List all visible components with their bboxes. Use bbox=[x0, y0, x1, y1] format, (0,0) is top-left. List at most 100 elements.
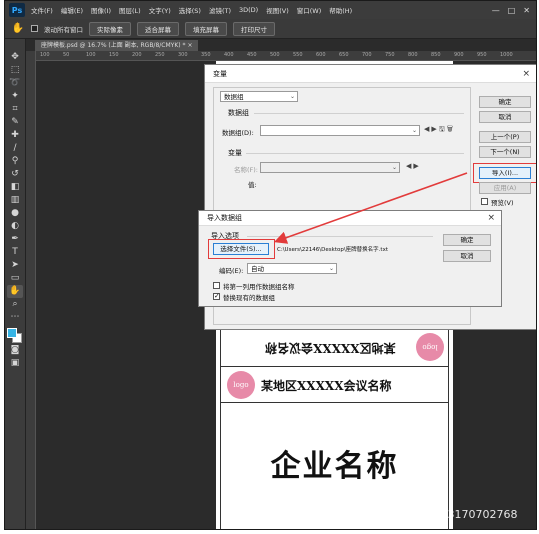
delete-dataset-icon[interactable]: 🗑 bbox=[447, 125, 455, 133]
blur-tool-icon[interactable]: ● bbox=[7, 207, 23, 220]
screen-mode-icon[interactable]: ▣ bbox=[7, 357, 23, 370]
name-label: 名称(F): bbox=[234, 166, 259, 174]
menu-file[interactable]: 文件(F) bbox=[31, 5, 53, 15]
menu-image[interactable]: 图像(I) bbox=[91, 5, 111, 15]
close-icon[interactable]: × bbox=[487, 213, 495, 223]
gradient-tool-icon[interactable]: ▥ bbox=[7, 194, 23, 207]
eraser-tool-icon[interactable]: ◧ bbox=[7, 181, 23, 194]
close-window-button[interactable]: ✕ bbox=[523, 6, 530, 15]
ruler-tick-label: 300 bbox=[178, 52, 188, 58]
mode-select[interactable]: 数据组 ⌄ bbox=[220, 91, 298, 102]
color-swatches[interactable] bbox=[7, 328, 23, 344]
eyedropper-tool-icon[interactable]: ✎ bbox=[7, 116, 23, 129]
hand-icon[interactable]: ✋ bbox=[11, 23, 25, 34]
chevron-down-icon: ⌄ bbox=[289, 93, 295, 100]
hand-tool-icon[interactable]: ✋ bbox=[7, 285, 23, 298]
divider bbox=[247, 236, 433, 237]
healing-tool-icon[interactable]: ✚ bbox=[7, 129, 23, 142]
cancel-button[interactable]: 取消 bbox=[479, 111, 531, 123]
magic-wand-tool-icon[interactable]: ✦ bbox=[7, 90, 23, 103]
pen-tool-icon[interactable]: ✒ bbox=[7, 233, 23, 246]
ruler-tick-label: 800 bbox=[408, 52, 418, 58]
fill-screen-button[interactable]: 填充屏幕 bbox=[185, 21, 227, 36]
first-column-checkbox[interactable] bbox=[213, 282, 220, 289]
dataset-group-label: 数据组 bbox=[228, 109, 249, 117]
foreground-color-swatch[interactable] bbox=[7, 328, 17, 338]
import-ok-button[interactable]: 确定 bbox=[443, 234, 491, 246]
menu-layer[interactable]: 图层(L) bbox=[119, 5, 141, 15]
prev-button[interactable]: 上一个(P) bbox=[479, 131, 531, 143]
encoding-select-value: 自动 bbox=[251, 265, 264, 273]
next-dataset-icon[interactable]: ▶ bbox=[431, 125, 438, 133]
dataset-label: 数据组(D): bbox=[222, 129, 254, 137]
preview-checkbox[interactable] bbox=[481, 198, 488, 205]
menu-type[interactable]: 文字(Y) bbox=[149, 5, 171, 15]
replace-existing-checkbox[interactable] bbox=[213, 292, 220, 300]
vertical-ruler bbox=[26, 51, 36, 529]
move-tool-icon[interactable]: ✥ bbox=[7, 51, 23, 64]
logo-circle: logo bbox=[227, 371, 255, 399]
lasso-tool-icon[interactable]: ➰ bbox=[7, 77, 23, 90]
menu-edit[interactable]: 编辑(E) bbox=[61, 5, 83, 15]
stamp-tool-icon[interactable]: ⚲ bbox=[7, 155, 23, 168]
horizontal-ruler: 100 50 100 150 200 250 300 350 400 450 500 550 600 65… bbox=[36, 51, 536, 61]
encoding-label: 编码(E): bbox=[219, 267, 244, 275]
close-icon[interactable]: × bbox=[522, 69, 530, 79]
import-cancel-button[interactable]: 取消 bbox=[443, 250, 491, 262]
menu-view[interactable]: 视图(V) bbox=[266, 5, 289, 15]
first-column-label: 将第一列用作数据组名称 bbox=[223, 283, 295, 291]
file-path: C:\Users\22146\Desktop\座牌替换名字.txt bbox=[277, 247, 389, 253]
import-dialog-titlebar: 导入数据组 × bbox=[199, 211, 501, 226]
apply-button[interactable]: 应用(A) bbox=[479, 182, 531, 194]
menu-window[interactable]: 窗口(W) bbox=[297, 5, 322, 15]
more-tools-icon[interactable]: ⋯ bbox=[7, 311, 23, 324]
actual-pixels-button[interactable]: 实际像素 bbox=[89, 21, 131, 36]
ruler-tick-label: 350 bbox=[201, 52, 211, 58]
next-button[interactable]: 下一个(N) bbox=[479, 146, 531, 158]
variable-nav-icons: ◀▶ bbox=[406, 162, 421, 170]
menu-3d[interactable]: 3D(D) bbox=[239, 6, 258, 14]
dodge-tool-icon[interactable]: ◐ bbox=[7, 220, 23, 233]
divider bbox=[254, 113, 464, 114]
ruler-tick-label: 400 bbox=[224, 52, 234, 58]
zoom-tool-icon[interactable]: ⌕ bbox=[7, 298, 23, 311]
marquee-tool-icon[interactable]: ⬚ bbox=[7, 64, 23, 77]
menu-filter[interactable]: 滤镜(T) bbox=[209, 5, 231, 15]
next-variable-icon[interactable]: ▶ bbox=[413, 162, 420, 170]
maximize-button[interactable]: □ bbox=[508, 6, 516, 15]
company-name: 企业名称 bbox=[270, 449, 399, 484]
table-card: logo 某地区XXXXX会议名称 bbox=[220, 367, 449, 403]
photoshop-logo: Ps bbox=[9, 3, 25, 17]
choose-file-highlight-box bbox=[208, 239, 275, 259]
dataset-select[interactable]: ⌄ bbox=[260, 125, 420, 136]
print-size-button[interactable]: 打印尺寸 bbox=[233, 21, 275, 36]
name-select[interactable]: ⌄ bbox=[260, 162, 400, 173]
encoding-select[interactable]: 自动 ⌄ bbox=[247, 263, 337, 274]
ruler-tick-label: 500 bbox=[270, 52, 280, 58]
variables-group-label: 变量 bbox=[228, 149, 242, 157]
menu-bar: Ps 文件(F) 编辑(E) 图像(I) 图层(L) 文字(Y) 选择(S) 滤… bbox=[5, 1, 536, 19]
ruler-tick-label: 950 bbox=[477, 52, 487, 58]
ok-button[interactable]: 确定 bbox=[479, 96, 531, 108]
path-select-tool-icon[interactable]: ➤ bbox=[7, 259, 23, 272]
ruler-tick-label: 850 bbox=[431, 52, 441, 58]
photoshop-window: Ps 文件(F) 编辑(E) 图像(I) 图层(L) 文字(Y) 选择(S) 滤… bbox=[4, 0, 537, 530]
brush-tool-icon[interactable]: ∕ bbox=[7, 142, 23, 155]
document-tab-close-icon[interactable]: × bbox=[187, 42, 192, 49]
document-tab[interactable]: 座牌模板.psd @ 16.7% (上面 副本, RGB/8/CMYK) * × bbox=[35, 40, 199, 51]
mode-select-value: 数据组 bbox=[224, 93, 244, 101]
scroll-all-windows-checkbox[interactable] bbox=[31, 25, 38, 32]
card-title-flipped: 某地区XXXXX会议名称 bbox=[265, 341, 396, 355]
save-dataset-icon[interactable]: 🖫 bbox=[439, 125, 447, 133]
type-tool-icon[interactable]: T bbox=[7, 246, 23, 259]
menu-help[interactable]: 帮助(H) bbox=[329, 5, 352, 15]
crop-tool-icon[interactable]: ⌗ bbox=[7, 103, 23, 116]
options-bar: ✋ 滚动所有窗口 实际像素 适合屏幕 填充屏幕 打印尺寸 bbox=[5, 19, 536, 39]
menu-select[interactable]: 选择(S) bbox=[179, 5, 201, 15]
history-brush-tool-icon[interactable]: ↺ bbox=[7, 168, 23, 181]
quick-mask-icon[interactable]: ◙ bbox=[7, 344, 23, 357]
shape-tool-icon[interactable]: ▭ bbox=[7, 272, 23, 285]
ruler-tick-label: 700 bbox=[362, 52, 372, 58]
minimize-button[interactable]: — bbox=[492, 6, 500, 15]
fit-screen-button[interactable]: 适合屏幕 bbox=[137, 21, 179, 36]
